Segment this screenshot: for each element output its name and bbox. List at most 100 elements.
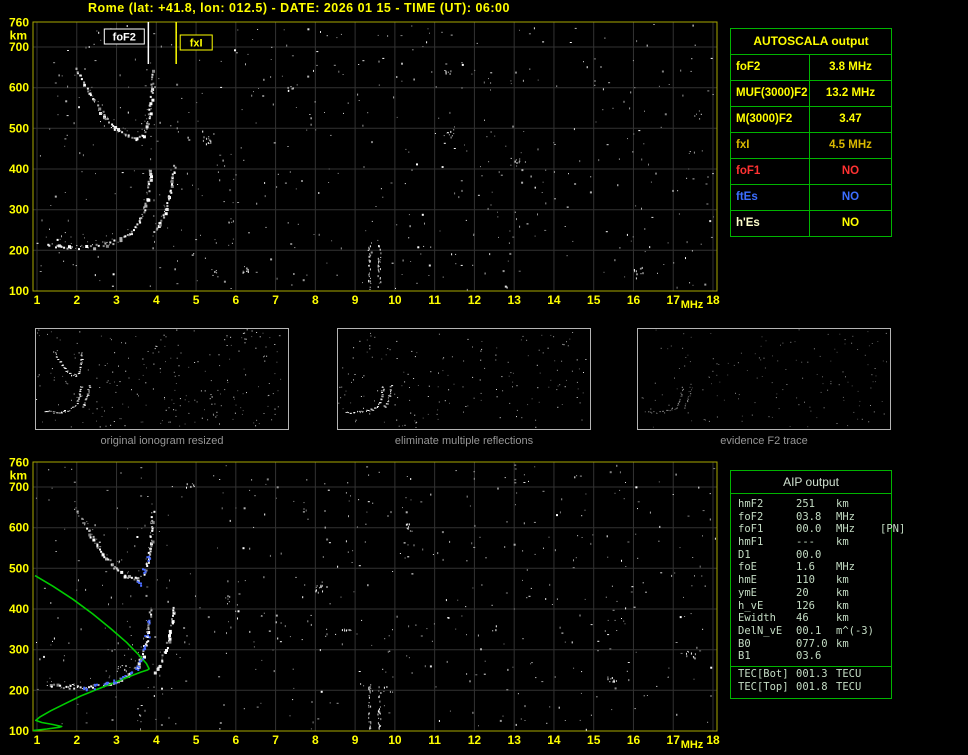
autoscala-param-label: M(3000)F2 xyxy=(731,107,810,132)
svg-text:9: 9 xyxy=(352,733,359,747)
aip-note xyxy=(880,536,891,549)
axis-labels: 1 2 3 4 5 6 7 8 9 10 11 12 13 14 15 16 17 18MHz7607006005… xyxy=(9,456,720,751)
autoscala-param-label: h'Es xyxy=(731,211,810,236)
aip-value: 20 xyxy=(796,586,809,599)
thumbnail-evidence-f2-trace: evidence F2 trace xyxy=(637,328,891,447)
aip-value: 251 xyxy=(796,498,815,510)
svg-text:16: 16 xyxy=(627,733,641,747)
aip-param: B0 xyxy=(738,637,751,650)
aip-note xyxy=(880,498,891,511)
aip-unit: km xyxy=(836,536,849,549)
aip-unit: TECU xyxy=(836,680,862,693)
svg-text:500: 500 xyxy=(9,121,29,135)
aip-note xyxy=(880,587,891,600)
aip-param: DelN_vE xyxy=(738,624,783,637)
svg-text:200: 200 xyxy=(9,243,29,257)
autoscala-table-title: AUTOSCALA output xyxy=(731,29,891,55)
echo-trace-layer xyxy=(47,62,177,251)
aip-row-foe: foE 1.6 MHz xyxy=(731,561,891,574)
aip-param: foE xyxy=(738,561,757,574)
thumb-noise-layer xyxy=(641,329,887,428)
aip-note xyxy=(880,625,891,638)
svg-text:12: 12 xyxy=(468,293,482,307)
autoscala-row-m-3000-f2: M(3000)F2 3.47 xyxy=(731,107,891,133)
aip-param: TEC[Bot] xyxy=(738,667,789,680)
aip-param: D1 xyxy=(738,548,751,561)
autoscala-param-value: 4.5 MHz xyxy=(829,139,872,151)
autoscala-param-value: NO xyxy=(841,217,860,229)
aip-unit: m^(-3) xyxy=(836,624,874,637)
svg-text:100: 100 xyxy=(9,284,29,298)
aip-row-tec-top: TEC[Top] 001.8 TECU xyxy=(731,681,891,694)
aip-note xyxy=(880,549,891,562)
svg-text:17: 17 xyxy=(667,733,681,747)
aip-row-d1: D1 00.0 xyxy=(731,549,891,562)
svg-text:16: 16 xyxy=(627,293,641,307)
svg-text:400: 400 xyxy=(9,602,29,616)
svg-text:1: 1 xyxy=(34,293,41,307)
noise-layer xyxy=(35,464,716,731)
thumb-trace-layer xyxy=(345,385,394,414)
thumbnail-original-caption: original ionogram resized xyxy=(100,435,224,447)
aip-value: 126 xyxy=(796,599,815,612)
aip-row-deln-ve: DelN_vE 00.1 m^(-3) xyxy=(731,625,891,638)
aip-value: --- xyxy=(796,536,815,549)
aip-value: 001.8 xyxy=(796,680,828,693)
foF2-marker-label: foF2 xyxy=(113,32,136,44)
axis-labels: 1 2 3 4 5 6 7 8 9 10 11 12 13 14 15 16 17 18MHz7607006005… xyxy=(9,16,720,311)
svg-text:13: 13 xyxy=(508,293,522,307)
aip-table-title: AIP output xyxy=(731,471,891,494)
svg-text:400: 400 xyxy=(9,162,29,176)
aip-value: 03.6 xyxy=(796,650,822,663)
aip-value: 001.3 xyxy=(796,667,828,680)
ionogram-plot-bottom: 1 2 3 4 5 6 7 8 9 10 11 12 13 14 15 16 17 18MHz7607006005… xyxy=(9,456,720,751)
aip-unit: MHz xyxy=(836,561,855,574)
svg-text:3: 3 xyxy=(113,293,120,307)
svg-text:12: 12 xyxy=(468,733,482,747)
aip-note xyxy=(880,650,891,663)
aip-value: 00.0 xyxy=(796,548,822,561)
thumbnail-original-ionogram: original ionogram resized xyxy=(35,328,289,447)
aip-row-b1: B1 03.6 xyxy=(731,650,891,663)
svg-text:9: 9 xyxy=(352,293,359,307)
autoscala-param-label: ftEs xyxy=(731,185,810,210)
svg-text:760: 760 xyxy=(9,456,29,470)
svg-text:8: 8 xyxy=(312,293,319,307)
aip-note xyxy=(880,612,891,625)
aip-param: Ewidth xyxy=(738,612,776,625)
aip-note xyxy=(880,638,891,651)
svg-text:10: 10 xyxy=(388,733,402,747)
aip-unit: MHz xyxy=(836,523,855,536)
thumbnail-original-ionogram-image xyxy=(35,328,289,430)
ionogram-plot-top: foF2 fxI1 2 3 4 5 6 7 8 9 10 11 12 13 14 15 16 17 18MHz760… xyxy=(9,16,720,311)
aip-row-ewidth: Ewidth 46 km xyxy=(731,612,891,625)
aip-row-fof2: foF2 03.8 MHz xyxy=(731,511,891,524)
thumbnail-eliminate-reflections-image xyxy=(337,328,591,430)
aip-value: 00.0 xyxy=(796,523,822,536)
aip-value: 46 xyxy=(796,612,809,625)
aip-param: hmF1 xyxy=(738,536,764,549)
aip-unit: TECU xyxy=(836,667,862,680)
aip-param: B1 xyxy=(738,650,751,663)
aip-value: 03.8 xyxy=(796,510,822,523)
autoscala-param-label: foF2 xyxy=(731,55,810,80)
aip-row-tec-bot: TEC[Bot] 001.3 TECU xyxy=(731,668,891,681)
svg-text:4: 4 xyxy=(153,293,160,307)
aip-param: foF1 xyxy=(738,523,764,536)
thumb-noise-layer xyxy=(36,329,282,428)
aip-table-rows: hmF2 251 km foF2 03.8 MHz foF1 00.0 MHz [PN] hmF1 -… xyxy=(731,494,905,663)
svg-text:km: km xyxy=(10,469,27,483)
svg-text:6: 6 xyxy=(232,733,239,747)
aip-value: 00.1 xyxy=(796,624,822,637)
svg-text:5: 5 xyxy=(193,733,200,747)
svg-text:15: 15 xyxy=(587,293,601,307)
aip-value: 110 xyxy=(796,574,815,587)
svg-text:2: 2 xyxy=(73,293,80,307)
aip-unit: km xyxy=(836,599,849,612)
svg-text:15: 15 xyxy=(587,733,601,747)
electron-density-profile-line xyxy=(32,574,150,732)
autoscala-param-label: foF1 xyxy=(731,159,810,184)
aip-note xyxy=(880,574,891,587)
aip-param: h_vE xyxy=(738,599,764,612)
aip-param: hmF2 xyxy=(738,498,764,510)
